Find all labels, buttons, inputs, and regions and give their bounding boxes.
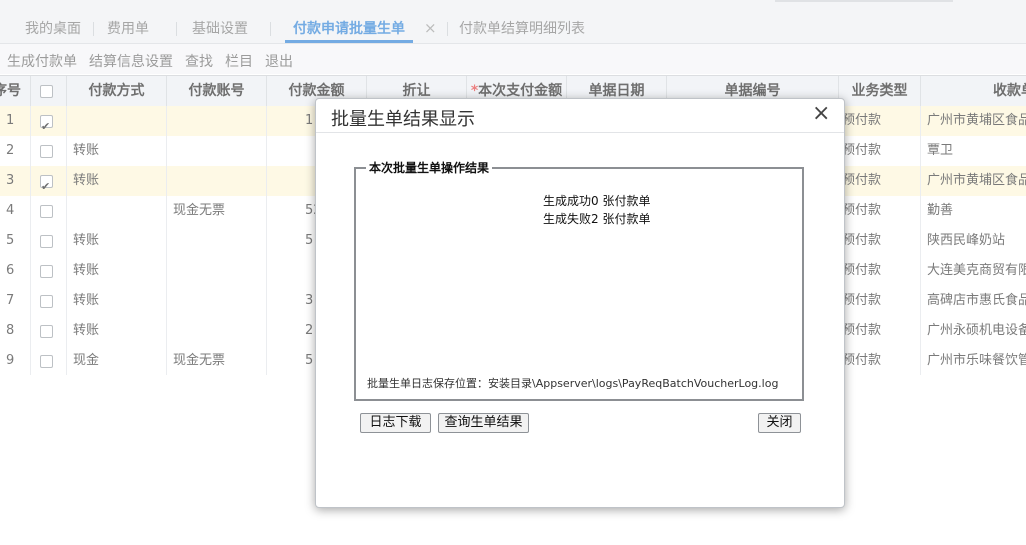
- dialog-title: 批量生单结果显示: [331, 109, 475, 130]
- log-download-button[interactable]: 日志下载: [360, 413, 431, 433]
- batch-result-dialog: 批量生单结果显示 × 本次批量生单操作结果 生成成功0 张付款单 生成失败2 张…: [315, 98, 845, 508]
- dialog-divider: [316, 132, 844, 133]
- dialog-close-button[interactable]: 关闭: [758, 413, 801, 433]
- query-result-button[interactable]: 查询生单结果: [438, 413, 529, 433]
- fail-count-text: 生成失败2 张付款单: [543, 212, 651, 226]
- success-count-text: 生成成功0 张付款单: [543, 194, 651, 208]
- result-legend: 本次批量生单操作结果: [366, 159, 493, 176]
- log-path-text: 批量生单日志保存位置：安装目录\Appserver\logs\PayReqBat…: [367, 377, 779, 390]
- close-icon[interactable]: ×: [812, 101, 830, 126]
